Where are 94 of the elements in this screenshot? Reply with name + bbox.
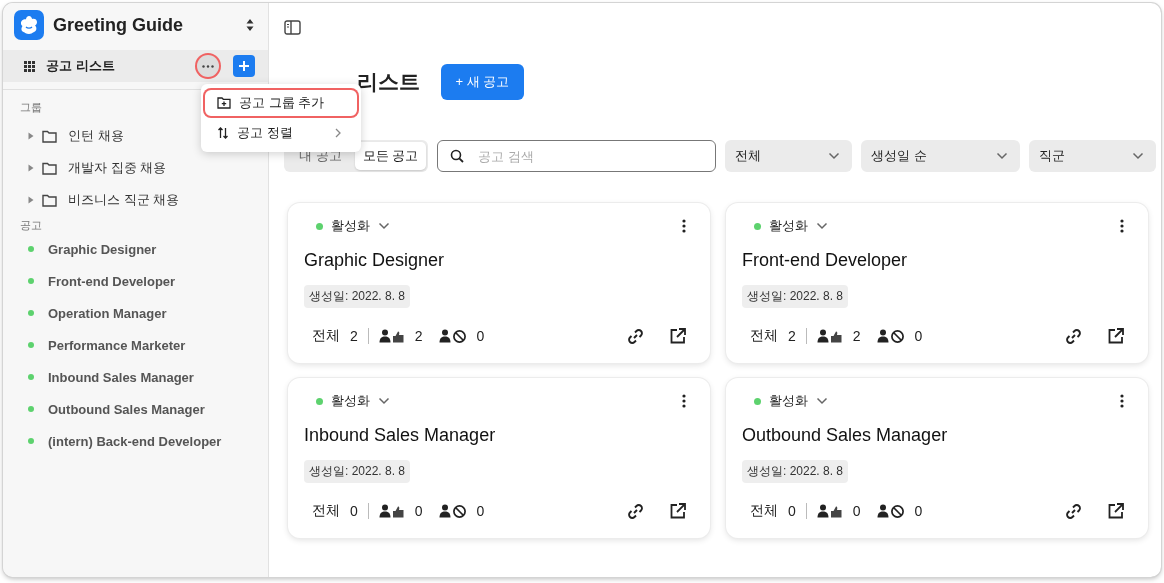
external-link-icon[interactable] <box>1108 328 1124 344</box>
segment-tab[interactable]: 모든 공고 <box>354 142 427 170</box>
created-date-tag: 생성일: 2022. 8. 8 <box>304 285 411 308</box>
chevron-down-icon <box>378 397 390 405</box>
group-item[interactable]: 비즈니스 직군 채용 <box>3 184 268 216</box>
rejected-count: 0 <box>476 328 485 344</box>
passed-count: 2 <box>852 328 861 344</box>
search-field[interactable]: 공고 검색 <box>437 140 717 172</box>
person-blocked-icon <box>438 329 467 343</box>
chevron-down-icon <box>996 152 1009 160</box>
job-item[interactable]: Graphic Designer <box>3 233 268 265</box>
menu-item[interactable]: 공고 그룹 추가 <box>203 88 359 118</box>
chevron-down-icon <box>828 152 841 160</box>
job-title[interactable]: Outbound Sales Manager <box>742 425 1124 446</box>
rejected-count: 0 <box>914 503 923 519</box>
chevron-down-icon <box>378 222 390 230</box>
person-thumb-icon <box>378 329 405 343</box>
job-item[interactable]: Performance Marketer <box>3 329 268 361</box>
created-date-tag: 생성일: 2022. 8. 8 <box>304 460 411 483</box>
external-link-icon[interactable] <box>1108 503 1124 519</box>
search-icon <box>450 149 465 163</box>
filter-dropdown[interactable]: 생성일 순 <box>861 140 1021 172</box>
folder-icon <box>42 129 57 143</box>
chevron-down-icon <box>1132 152 1145 160</box>
section-heading: 공고 <box>20 218 42 233</box>
filter-dropdown[interactable]: 전체 <box>725 140 853 172</box>
folder-plus-icon <box>217 97 231 109</box>
total-count: 2 <box>788 328 796 344</box>
link-icon[interactable] <box>627 502 644 520</box>
caret-right-icon[interactable] <box>28 164 34 172</box>
job-item[interactable]: (intern) Back-end Developer <box>3 425 268 457</box>
status-dropdown[interactable]: 활성화 <box>742 392 828 410</box>
job-item[interactable]: Outbound Sales Manager <box>3 393 268 425</box>
section-heading: 그룹 <box>20 100 42 115</box>
more-icon[interactable] <box>682 219 686 233</box>
filter-dropdown[interactable]: 직군 <box>1029 140 1157 172</box>
plus-icon <box>238 60 250 72</box>
total-label: 전체 <box>750 327 778 345</box>
chevron-down-icon <box>816 397 828 405</box>
app-logo <box>14 10 44 40</box>
person-thumb-icon <box>378 504 405 518</box>
link-icon[interactable] <box>1065 502 1082 520</box>
grid-icon <box>24 60 35 72</box>
more-icon[interactable] <box>1120 219 1124 233</box>
more-icon[interactable] <box>1120 394 1124 408</box>
created-date-tag: 생성일: 2022. 8. 8 <box>742 285 849 308</box>
person-blocked-icon <box>876 504 905 518</box>
person-blocked-icon <box>876 329 905 343</box>
job-title[interactable]: Inbound Sales Manager <box>304 425 686 446</box>
rejected-count: 0 <box>476 503 485 519</box>
total-label: 전체 <box>312 502 340 520</box>
add-button[interactable] <box>233 55 255 77</box>
group-item[interactable]: 개발자 집중 채용 <box>3 152 268 184</box>
total-count: 2 <box>350 328 358 344</box>
job-item[interactable]: Inbound Sales Manager <box>3 361 268 393</box>
person-thumb-icon <box>816 329 843 343</box>
folder-icon <box>42 161 57 175</box>
more-icon[interactable] <box>682 394 686 408</box>
ellipsis-icon <box>202 64 214 68</box>
sort-icon <box>217 127 229 139</box>
total-label: 전체 <box>312 327 340 345</box>
status-dropdown[interactable]: 활성화 <box>742 217 828 235</box>
passed-count: 0 <box>852 503 861 519</box>
nav-item[interactable]: 공고 리스트 <box>3 50 268 82</box>
rejected-count: 0 <box>914 328 923 344</box>
more-button[interactable] <box>197 55 219 77</box>
new-job-button[interactable]: + 새 공고 <box>441 64 524 100</box>
link-icon[interactable] <box>1065 327 1082 345</box>
job-item[interactable]: Front-end Developer <box>3 265 268 297</box>
total-count: 0 <box>350 503 358 519</box>
person-thumb-icon <box>816 504 843 518</box>
passed-count: 2 <box>414 328 423 344</box>
job-title[interactable]: Graphic Designer <box>304 250 686 271</box>
workspace-name[interactable]: Greeting Guide <box>53 14 237 36</box>
folder-icon <box>42 193 57 207</box>
external-link-icon[interactable] <box>670 328 686 344</box>
person-blocked-icon <box>438 504 467 518</box>
page-title: 리스트 <box>357 69 420 95</box>
job-item[interactable]: Operation Manager <box>3 297 268 329</box>
chevron-right-icon <box>335 128 341 138</box>
total-count: 0 <box>788 503 796 519</box>
caret-right-icon[interactable] <box>28 132 34 140</box>
status-dropdown[interactable]: 활성화 <box>304 392 390 410</box>
link-icon[interactable] <box>627 327 644 345</box>
external-link-icon[interactable] <box>670 503 686 519</box>
status-dropdown[interactable]: 활성화 <box>304 217 390 235</box>
total-label: 전체 <box>750 502 778 520</box>
job-title[interactable]: Front-end Developer <box>742 250 1124 271</box>
caret-right-icon[interactable] <box>28 196 34 204</box>
updown-icon[interactable] <box>246 18 254 32</box>
sidebar-toggle-icon[interactable] <box>284 20 301 35</box>
created-date-tag: 생성일: 2022. 8. 8 <box>742 460 849 483</box>
chevron-down-icon <box>816 222 828 230</box>
passed-count: 0 <box>414 503 423 519</box>
